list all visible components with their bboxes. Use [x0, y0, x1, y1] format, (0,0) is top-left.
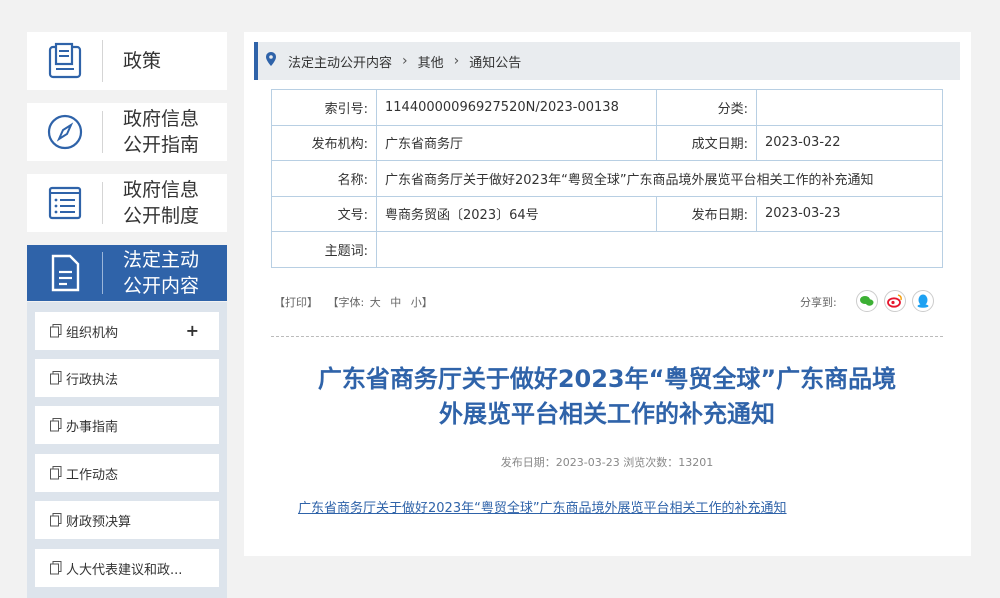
table-row: 索引号: 11440000096927520N/2023-00138 分类:	[271, 89, 943, 126]
keywords-value	[376, 231, 943, 268]
table-row: 发布机构: 广东省商务厅 成文日期: 2023-03-22	[271, 124, 943, 161]
chevron-right-icon: ›	[453, 53, 460, 69]
breadcrumb-item[interactable]: 其他	[418, 52, 444, 71]
doc-icon	[50, 561, 62, 575]
doc-icon	[50, 371, 62, 385]
attachment-link[interactable]: 广东省商务厅关于做好2023年“粤贸全球”广东商品境外展览平台相关工作的补充通知	[298, 497, 787, 516]
compass-icon	[27, 103, 102, 161]
sidebar-card-label: 政策	[123, 50, 162, 72]
index-value: 11440000096927520N/2023-00138	[376, 89, 657, 126]
sidebar-card-policy[interactable]: 政策	[27, 32, 227, 90]
publisher-value: 广东省商务厅	[376, 124, 657, 161]
table-row: 主题词:	[271, 231, 943, 268]
metadata-table: 索引号: 11440000096927520N/2023-00138 分类: 发…	[271, 89, 943, 268]
sidebar-card-label: 政府信息 公开制度	[103, 177, 199, 229]
sub-item-news[interactable]: 工作动态	[35, 454, 219, 492]
list-document-icon	[27, 174, 102, 232]
sidebar-card-label: 政府信息 公开指南	[103, 106, 199, 158]
sub-item-budget[interactable]: 财政预决算	[35, 501, 219, 539]
table-row: 文号: 粤商务贸函〔2023〕64号 发布日期: 2023-03-23	[271, 195, 943, 232]
font-small-button[interactable]: 小】	[411, 296, 433, 309]
chevron-right-icon: ›	[402, 53, 408, 69]
qq-icon[interactable]	[912, 290, 934, 312]
share-label: 分享到:	[800, 296, 837, 309]
name-value: 广东省商务厅关于做好2023年“粤贸全球”广东商品境外展览平台相关工作的补充通知	[376, 160, 943, 197]
sub-item-org[interactable]: 组织机构 +	[35, 312, 219, 350]
main-content: 法定主动公开内容 › 其他 › 通知公告 索引号: 11440000096927…	[244, 32, 971, 556]
sub-menu: 组织机构 + 行政执法 办事指南 工作动态 财政预决算 人大代表建议和政...	[27, 302, 227, 598]
label-line: 公开内容	[123, 275, 200, 297]
sub-item-npc-suggestions[interactable]: 人大代表建议和政...	[35, 549, 219, 587]
book-icon	[27, 32, 102, 90]
sub-item-label: 人大代表建议和政...	[66, 562, 183, 578]
sub-item-label: 财政预决算	[66, 514, 132, 530]
toolbar: 【打印】 【字体: 大 中 小】	[274, 294, 439, 310]
label-line: 政府信息	[123, 108, 200, 130]
keywords-label: 主题词:	[271, 231, 377, 268]
expand-icon[interactable]: +	[186, 321, 199, 340]
breadcrumb-item[interactable]: 通知公告	[469, 52, 521, 71]
font-medium-button[interactable]: 中	[390, 296, 401, 309]
docno-value: 粤商务贸函〔2023〕64号	[376, 195, 657, 232]
sidebar-card-mandatory[interactable]: 法定主动 公开内容	[27, 245, 227, 301]
location-pin-icon	[266, 52, 276, 70]
title-line: 外展览平台相关工作的补充通知	[439, 400, 775, 428]
created-date-label: 成文日期:	[656, 124, 757, 161]
doc-icon	[50, 324, 62, 338]
created-date-value: 2023-03-22	[756, 124, 943, 161]
sub-item-enforcement[interactable]: 行政执法	[35, 359, 219, 397]
publisher-label: 发布机构:	[271, 124, 377, 161]
sidebar-card-label: 法定主动 公开内容	[103, 247, 199, 299]
font-size-label: 【字体:	[327, 296, 365, 309]
document-icon	[27, 245, 102, 301]
article-title: 广东省商务厅关于做好2023年“粤贸全球”广东商品境 外展览平台相关工作的补充通…	[271, 362, 943, 432]
label-line: 政府信息	[123, 179, 200, 201]
wechat-icon[interactable]	[856, 290, 878, 312]
font-large-button[interactable]: 大	[370, 296, 381, 309]
table-row: 名称: 广东省商务厅关于做好2023年“粤贸全球”广东商品境外展览平台相关工作的…	[271, 160, 943, 197]
name-label: 名称:	[271, 160, 377, 197]
index-label: 索引号:	[271, 89, 377, 126]
doc-icon	[50, 418, 62, 432]
category-value	[756, 89, 943, 126]
breadcrumb-item[interactable]: 法定主动公开内容	[288, 52, 392, 71]
print-button[interactable]: 【打印】	[274, 296, 318, 309]
doc-icon	[50, 466, 62, 480]
pubdate-value: 2023-03-23	[756, 195, 943, 232]
sub-item-guide[interactable]: 办事指南	[35, 406, 219, 444]
sidebar-card-system[interactable]: 政府信息 公开制度	[27, 174, 227, 232]
weibo-icon[interactable]	[884, 290, 906, 312]
sub-item-label: 行政执法	[66, 372, 119, 388]
label-line: 公开指南	[123, 134, 200, 156]
sidebar-card-guide[interactable]: 政府信息 公开指南	[27, 103, 227, 161]
publish-info: 发布日期：2023-03-23 浏览次数：13201	[500, 456, 714, 469]
breadcrumb: 法定主动公开内容 › 其他 › 通知公告	[254, 42, 960, 80]
pubdate-label: 发布日期:	[656, 195, 757, 232]
label-line: 公开制度	[123, 205, 200, 227]
divider-dashed	[271, 336, 943, 337]
sub-item-label: 工作动态	[66, 467, 119, 483]
sub-item-label: 办事指南	[66, 419, 119, 435]
sub-item-label: 组织机构	[66, 325, 119, 341]
title-line: 广东省商务厅关于做好2023年“粤贸全球”广东商品境	[317, 365, 897, 393]
label-line: 法定主动	[123, 249, 200, 271]
docno-label: 文号:	[271, 195, 377, 232]
category-label: 分类:	[656, 89, 757, 126]
doc-icon	[50, 513, 62, 527]
